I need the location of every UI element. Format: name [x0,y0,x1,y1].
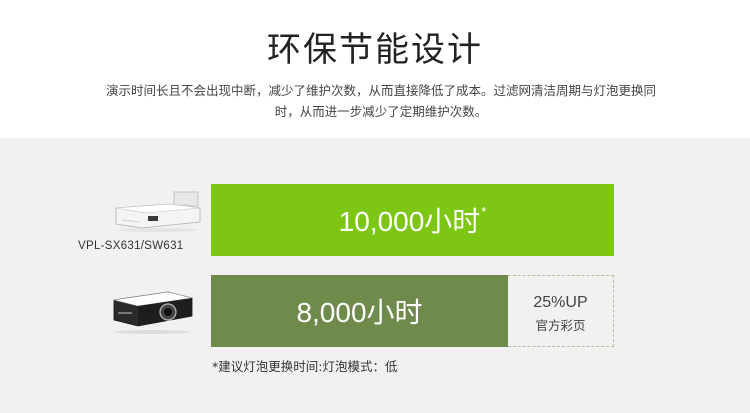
lamp-life-value: 10,000小时 [338,206,481,237]
lamp-life-value: 8,000小时 [296,297,423,328]
header-section: 环保节能设计 演示时间长且不会出现中断，减少了维护次数，从而直接降低了成本。过滤… [0,0,750,138]
improvement-value: 25%UP [533,294,588,311]
ultra-short-throw-projector-image [115,191,201,232]
improvement-box: 25%UP 官方彩页 [508,275,614,347]
product-model-label: VPL-SX631/SW631 [78,240,184,252]
description-text: 演示时间长且不会出现中断，减少了维护次数，从而直接降低了成本。过滤网清洁周期与灯… [105,83,656,119]
lamp-life-bar-primary: 10,000小时 * [211,184,614,256]
improvement-caption: 官方彩页 [535,318,586,333]
projector-image [113,291,193,334]
footnote-marker: * [481,204,487,219]
lamp-life-bar-secondary: 8,000小时 [211,275,508,347]
page-title: 环保节能设计 [267,30,483,70]
footnote-text: *建议灯泡更换时间:灯泡模式：低 [212,359,398,374]
